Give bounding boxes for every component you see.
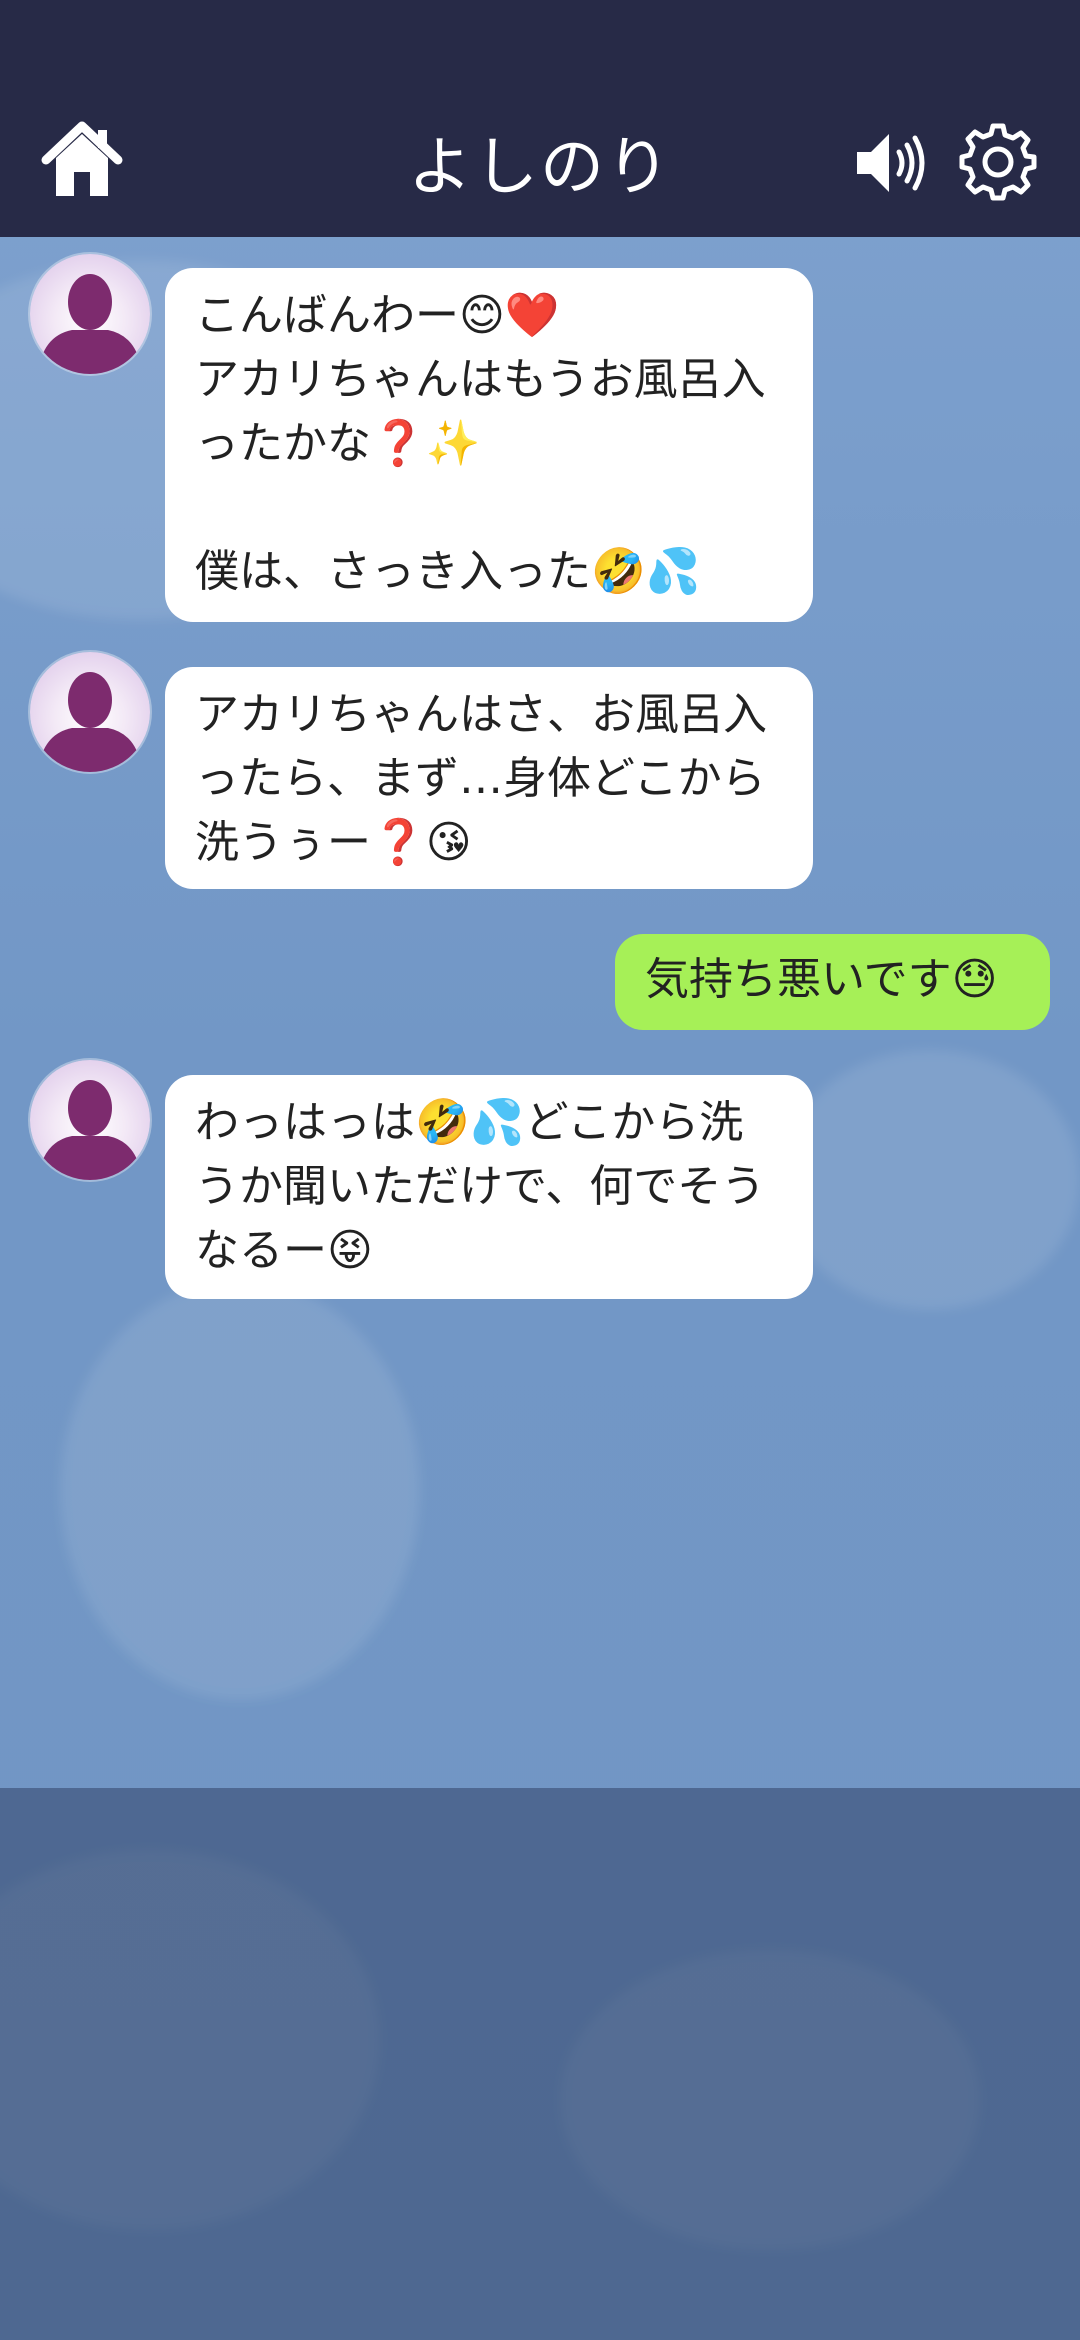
message-bubble-incoming: こんばんわー😊❤️ アカリちゃんはもうお風呂入ったかな❓✨ 僕は、さっき入った🤣… [165, 268, 813, 622]
avatar-silhouette-icon [38, 672, 142, 772]
home-button[interactable] [40, 120, 124, 200]
speaker-icon [857, 134, 925, 192]
home-icon [41, 121, 123, 196]
chat-header: よしのり [0, 0, 1080, 237]
avatar-silhouette-icon [38, 1080, 142, 1180]
message-bubble-incoming: アカリちゃんはさ、お風呂入ったら、まず…身体どこから洗うぅー❓😘 [165, 667, 813, 889]
contact-avatar[interactable] [30, 254, 150, 374]
message-bubble-incoming: わっはっは🤣💦どこから洗うか聞いただけで、何でそうなるー😝 [165, 1075, 813, 1299]
contact-avatar[interactable] [30, 652, 150, 772]
message-bubble-outgoing: 気持ち悪いです😓 [615, 934, 1050, 1030]
sound-button[interactable] [855, 130, 927, 196]
gear-icon [959, 123, 1037, 201]
bottom-overlay [0, 1788, 1080, 2340]
page-title: よしのり [408, 131, 672, 205]
contact-avatar[interactable] [30, 1060, 150, 1180]
avatar-silhouette-icon [38, 274, 142, 374]
settings-button[interactable] [958, 122, 1038, 202]
